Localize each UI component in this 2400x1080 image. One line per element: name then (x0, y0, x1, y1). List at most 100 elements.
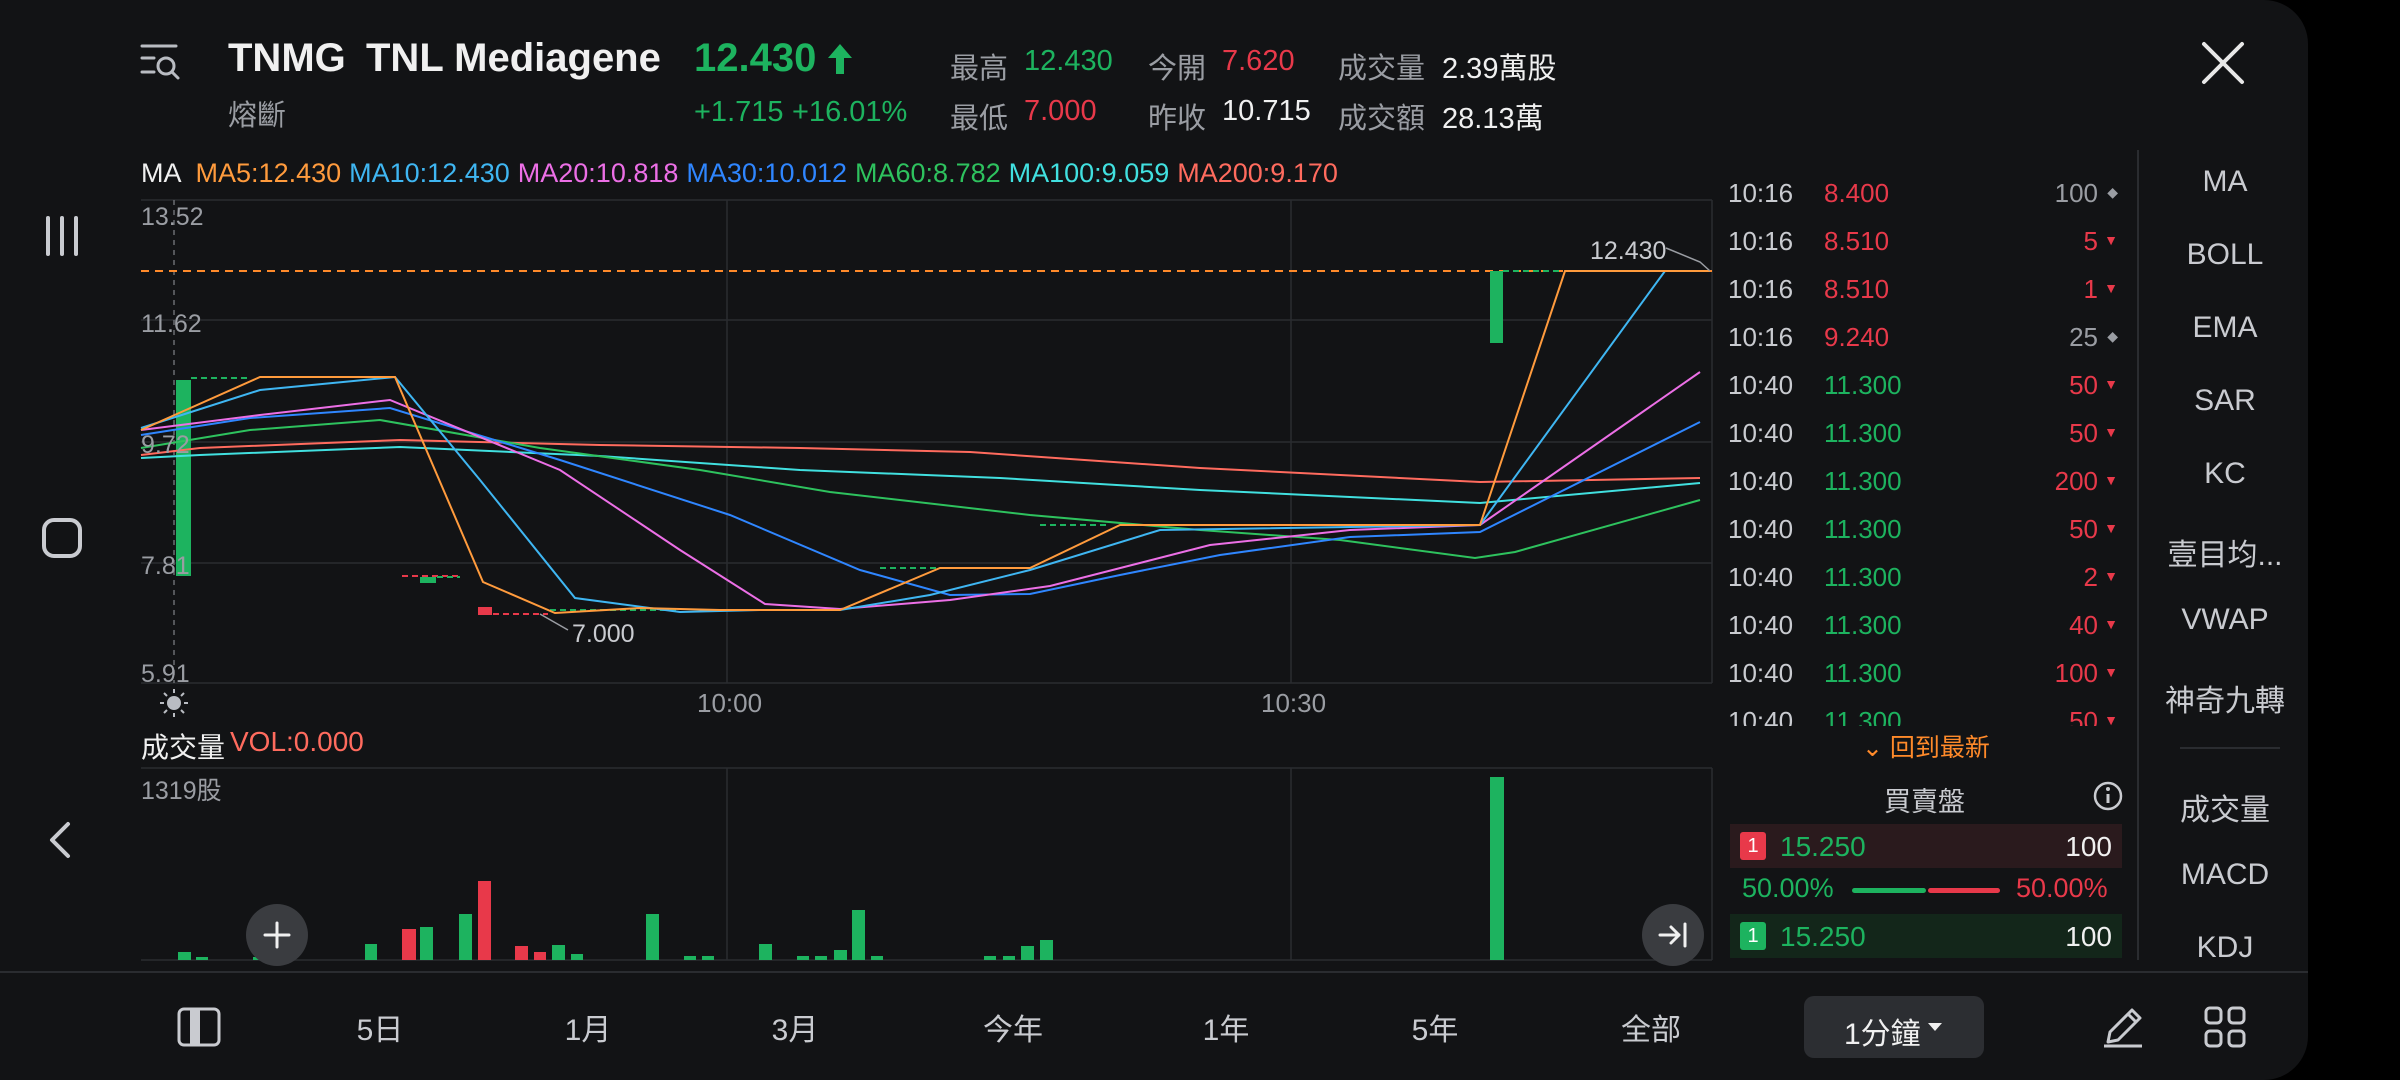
info-icon[interactable] (2092, 780, 2124, 817)
tf-5y[interactable]: 5年 (1385, 1005, 1485, 1049)
trade-time: 10:40 (1728, 466, 1794, 496)
add-indicator-button[interactable] (246, 904, 308, 966)
trade-row: 10:40 11.300 50 ▼ (1728, 370, 2118, 410)
low-price-annotation: 7.000 (572, 620, 635, 648)
trade-volume: 100 (2054, 178, 2098, 208)
neutral-trade-icon: ◆ (2107, 328, 2118, 344)
indicator-boll[interactable]: BOLL (2150, 238, 2300, 272)
bid-row: 1 15.250 100 (1730, 914, 2122, 958)
trade-row: 10:40 11.300 100 ▼ (1728, 658, 2118, 698)
trade-row: 10:40 11.300 50 ▼ (1728, 706, 2118, 726)
trade-price: 9.240 (1824, 322, 1890, 352)
indicator-kdj[interactable]: KDJ (2150, 931, 2300, 965)
bid-volume: 100 (2065, 921, 2112, 952)
sell-trade-icon: ▼ (2104, 616, 2118, 632)
volume-title: 成交量 (141, 732, 226, 763)
tf-1y[interactable]: 1年 (1176, 1005, 1276, 1049)
layout-toggle-icon[interactable] (176, 1006, 222, 1053)
sell-trade-icon: ▼ (2104, 712, 2118, 726)
stock-chart-screen: TNMG TNL Mediagene 熔斷 12.430 +1.715 +16.… (0, 0, 2308, 1080)
neutral-trade-icon: ◆ (2107, 184, 2118, 200)
trade-time: 10:40 (1728, 562, 1794, 592)
tf-all[interactable]: 全部 (1601, 1005, 1701, 1049)
trade-row: 10:40 11.300 2 ▼ (1728, 562, 2118, 602)
trade-row: 10:16 9.240 25 ◆ (1728, 322, 2118, 362)
sell-trade-icon: ▼ (2104, 232, 2118, 248)
trade-time: 10:16 (1728, 322, 1794, 352)
bid-level-badge: 1 (1740, 922, 1766, 950)
ask-level-badge: 1 (1740, 832, 1766, 860)
trade-row: 10:40 11.300 50 ▼ (1728, 514, 2118, 554)
trade-volume: 5 (2083, 226, 2098, 256)
trade-price: 11.300 (1824, 658, 1902, 688)
y-tick-3: 9.72 (141, 431, 190, 459)
interval-selector[interactable]: 1分鐘 (1804, 996, 1984, 1058)
y-tick-2: 11.62 (141, 310, 202, 338)
indicator-volume[interactable]: 成交量 (2150, 785, 2300, 829)
sell-trade-icon: ▼ (2104, 664, 2118, 680)
trade-volume: 100 (2054, 658, 2098, 688)
trade-list[interactable]: 10:16 8.400 100 ◆ 10:16 8.510 5 ▼ 10:16 8.510 1 ▼ 10… (1728, 178, 2118, 726)
trade-price: 11.300 (1824, 514, 1902, 544)
ask-ratio: 50.00% (2016, 873, 2108, 903)
trade-time: 10:16 (1728, 226, 1794, 256)
trade-volume: 50 (2069, 370, 2098, 400)
trade-volume: 25 (2069, 322, 2098, 352)
trade-row: 10:40 11.300 200 ▼ (1728, 466, 2118, 506)
indicator-sar[interactable]: SAR (2150, 384, 2300, 418)
volume-vol-text: VOL:0.000 (230, 726, 364, 757)
sell-trade-icon: ▼ (2104, 376, 2118, 392)
trade-time: 10:40 (1728, 706, 1794, 726)
trade-price: 11.300 (1824, 466, 1902, 496)
back-to-latest-label: 回到最新 (1889, 734, 1990, 762)
trade-volume: 2 (2083, 562, 2098, 592)
indicator-ma[interactable]: MA (2150, 165, 2300, 199)
tf-5d[interactable]: 5日 (330, 1005, 430, 1049)
trade-row: 10:40 11.300 50 ▼ (1728, 418, 2118, 458)
tf-3m[interactable]: 3月 (745, 1005, 845, 1049)
jump-to-latest-button[interactable] (1642, 904, 1704, 966)
trade-volume: 50 (2069, 706, 2098, 726)
ask-row: 1 15.250 100 (1730, 824, 2122, 868)
bid-ratio-bar (1852, 888, 1926, 893)
arrow-to-end-icon (1658, 922, 1687, 948)
x-tick-1030: 10:30 (1261, 688, 1327, 718)
tf-ytd[interactable]: 今年 (963, 1005, 1063, 1049)
y-tick-1: 13.52 (141, 203, 204, 231)
indicator-td-nine[interactable]: 神奇九轉 (2150, 676, 2300, 720)
trade-time: 10:40 (1728, 418, 1794, 448)
trade-volume: 40 (2069, 610, 2098, 640)
trade-time: 10:40 (1728, 658, 1794, 688)
volume-bars (178, 777, 1504, 960)
sell-trade-icon: ▼ (2104, 568, 2118, 584)
ask-volume: 100 (2065, 831, 2112, 862)
trade-price: 11.300 (1824, 370, 1902, 400)
indicator-kc[interactable]: KC (2150, 457, 2300, 491)
x-tick-1000: 10:00 (697, 688, 763, 718)
volume-max-label: 1319股 (141, 777, 222, 805)
indicator-ichimoku[interactable]: 壹目均... (2150, 530, 2300, 574)
sell-trade-icon: ▼ (2104, 424, 2118, 440)
indicator-macd[interactable]: MACD (2150, 858, 2300, 892)
caret-down-icon (1926, 1020, 1944, 1038)
bid-price: 15.250 (1780, 921, 1866, 952)
trade-time: 10:40 (1728, 370, 1794, 400)
trade-price: 11.300 (1824, 610, 1902, 640)
tf-1m[interactable]: 1月 (538, 1005, 638, 1049)
trade-price: 8.510 (1824, 226, 1890, 256)
trade-volume: 200 (2054, 466, 2098, 496)
trade-volume: 50 (2069, 514, 2098, 544)
trade-price: 11.300 (1824, 418, 1902, 448)
indicator-vwap[interactable]: VWAP (2150, 603, 2300, 637)
trade-price: 11.300 (1824, 562, 1902, 592)
trade-row: 10:16 8.510 5 ▼ (1728, 226, 2118, 266)
draw-tool-icon[interactable] (2100, 1004, 2146, 1055)
trade-price: 11.300 (1824, 706, 1902, 726)
indicator-ema[interactable]: EMA (2150, 311, 2300, 345)
bid-ratio: 50.00% (1742, 873, 1834, 903)
sell-trade-icon: ▼ (2104, 280, 2118, 296)
double-chevron-down-icon: ⌄ (1862, 734, 1883, 762)
back-to-latest-link[interactable]: ⌄ 回到最新 (1862, 728, 1990, 764)
trade-row: 10:40 11.300 40 ▼ (1728, 610, 2118, 650)
grid-menu-icon[interactable] (2202, 1004, 2248, 1055)
